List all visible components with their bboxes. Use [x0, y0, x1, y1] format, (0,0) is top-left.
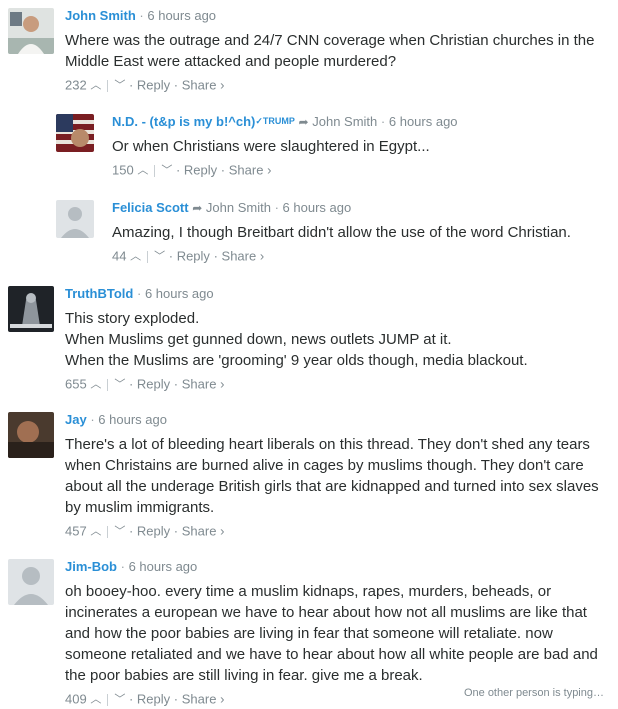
- comment-line: oh booey-hoo. every time a muslim kidnap…: [65, 583, 598, 684]
- share-button[interactable]: Share ›: [222, 249, 265, 264]
- comment-time[interactable]: 6 hours ago: [389, 114, 458, 129]
- meta-separator: ·: [274, 200, 279, 215]
- comment-text: Or when Christians were slaughtered in E…: [112, 136, 602, 157]
- action-separator: ·: [128, 523, 134, 539]
- avatar[interactable]: [8, 8, 54, 54]
- typing-indicator: One other person is typing…: [463, 687, 604, 699]
- comment-line: When Muslims get gunned down, news outle…: [65, 331, 452, 348]
- vote-divider: [147, 250, 149, 263]
- comment-text: oh booey-hoo. every time a muslim kidnap…: [65, 581, 615, 686]
- comment-line: Where was the outrage and 24/7 CNN cover…: [65, 32, 595, 70]
- vote-divider: [107, 79, 109, 92]
- action-separator: ·: [213, 248, 218, 264]
- reply-button[interactable]: Reply: [137, 692, 170, 707]
- avatar[interactable]: [8, 559, 54, 605]
- reply-button[interactable]: Reply: [137, 524, 170, 539]
- comment-actions: 44 ︿ ﹀ · Reply · Share ›: [112, 248, 602, 265]
- action-separator: ·: [168, 248, 174, 264]
- action-separator: ·: [220, 162, 226, 178]
- vote-divider: [107, 525, 109, 538]
- comment-time[interactable]: 6 hours ago: [145, 286, 214, 301]
- comment-line: Amazing, I though Breitbart didn't allow…: [112, 224, 571, 241]
- vote-divider: [107, 378, 109, 391]
- comment-time[interactable]: 6 hours ago: [283, 200, 352, 215]
- meta-separator: ·: [120, 559, 125, 574]
- meta-separator: ·: [380, 114, 386, 129]
- comment-author[interactable]: Jim-Bob: [65, 559, 117, 574]
- comment-time[interactable]: 6 hours ago: [98, 412, 167, 427]
- comment-author[interactable]: Jay: [65, 412, 87, 427]
- share-button[interactable]: Share ›: [229, 163, 272, 178]
- reply-button[interactable]: Reply: [177, 249, 210, 264]
- chevron-up-icon[interactable]: ︿: [90, 80, 101, 92]
- comment-actions: 457 ︿ ﹀ · Reply · Share ›: [65, 523, 615, 540]
- upvote-count: 232: [65, 77, 87, 93]
- user-badge: ✓TRUMP: [255, 116, 295, 126]
- reply-button[interactable]: Reply: [184, 163, 217, 178]
- chevron-up-icon[interactable]: ︿: [90, 694, 101, 706]
- action-separator: ·: [173, 77, 179, 93]
- upvote-count: 409: [65, 691, 87, 707]
- chevron-up-icon[interactable]: ︿: [130, 251, 141, 263]
- chevron-down-icon[interactable]: ﹀: [154, 251, 165, 263]
- comment-author[interactable]: TruthBTold: [65, 286, 133, 301]
- reply-button[interactable]: Reply: [137, 78, 170, 93]
- upvote-count: 457: [65, 523, 87, 539]
- action-separator: ·: [128, 691, 134, 707]
- upvote-count: 655: [65, 376, 87, 392]
- action-separator: ·: [173, 523, 179, 539]
- chevron-down-icon[interactable]: ﹀: [114, 694, 125, 706]
- comment-line: When the Muslims are 'grooming' 9 year o…: [65, 352, 528, 369]
- avatar[interactable]: [8, 412, 54, 458]
- share-button[interactable]: Share ›: [182, 524, 225, 539]
- vote-divider: [107, 693, 109, 706]
- vote-divider: [154, 164, 156, 177]
- action-separator: ·: [173, 376, 179, 392]
- comment-thread: John Smith · 6 hours ago Where was the o…: [0, 0, 618, 709]
- upvote-count: 150: [112, 162, 134, 178]
- reply-to-author[interactable]: John Smith: [312, 114, 377, 129]
- chevron-down-icon[interactable]: ﹀: [114, 379, 125, 391]
- share-button[interactable]: Share ›: [182, 78, 225, 93]
- comment-actions: 655 ︿ ﹀ · Reply · Share ›: [65, 376, 605, 393]
- comment-time[interactable]: 6 hours ago: [147, 8, 216, 23]
- comment-line: This story exploded.: [65, 310, 200, 327]
- chevron-up-icon[interactable]: ︿: [90, 526, 101, 538]
- comment-actions: 150 ︿ ﹀ · Reply · Share ›: [112, 162, 602, 179]
- reply-arrow-icon: ➦: [192, 201, 203, 215]
- comment-author[interactable]: John Smith: [65, 8, 136, 23]
- comment-text: There's a lot of bleeding heart liberals…: [65, 434, 615, 518]
- chevron-down-icon[interactable]: ﹀: [161, 165, 172, 177]
- comment-actions: 232 ︿ ﹀ · Reply · Share ›: [65, 77, 605, 94]
- share-button[interactable]: Share ›: [182, 377, 225, 392]
- comment-author[interactable]: N.D. - (t&p is my b!^ch): [112, 114, 255, 129]
- meta-separator: ·: [136, 286, 142, 301]
- chevron-up-icon[interactable]: ︿: [90, 379, 101, 391]
- chevron-down-icon[interactable]: ﹀: [114, 526, 125, 538]
- chevron-down-icon[interactable]: ﹀: [114, 80, 125, 92]
- comment-line: Or when Christians were slaughtered in E…: [112, 138, 430, 155]
- reply-arrow-icon: ➦: [298, 115, 309, 129]
- avatar[interactable]: [56, 114, 94, 152]
- meta-separator: ·: [139, 8, 144, 23]
- meta-separator: ·: [90, 412, 95, 427]
- comment-text: Amazing, I though Breitbart didn't allow…: [112, 222, 602, 243]
- upvote-count: 44: [112, 248, 127, 264]
- action-separator: ·: [128, 77, 134, 93]
- avatar[interactable]: [8, 286, 54, 332]
- share-button[interactable]: Share ›: [182, 692, 225, 707]
- comment-author[interactable]: Felicia Scott: [112, 200, 189, 215]
- comment-text: Where was the outrage and 24/7 CNN cover…: [65, 30, 605, 72]
- comment-text: This story exploded. When Muslims get gu…: [65, 308, 605, 371]
- comment-line: There's a lot of bleeding heart liberals…: [65, 436, 599, 516]
- reply-button[interactable]: Reply: [137, 377, 170, 392]
- action-separator: ·: [128, 376, 134, 392]
- reply-to-author[interactable]: John Smith: [206, 200, 271, 215]
- chevron-up-icon[interactable]: ︿: [137, 165, 148, 177]
- action-separator: ·: [173, 691, 179, 707]
- action-separator: ·: [175, 162, 181, 178]
- comment-time[interactable]: 6 hours ago: [129, 559, 198, 574]
- avatar[interactable]: [56, 200, 94, 238]
